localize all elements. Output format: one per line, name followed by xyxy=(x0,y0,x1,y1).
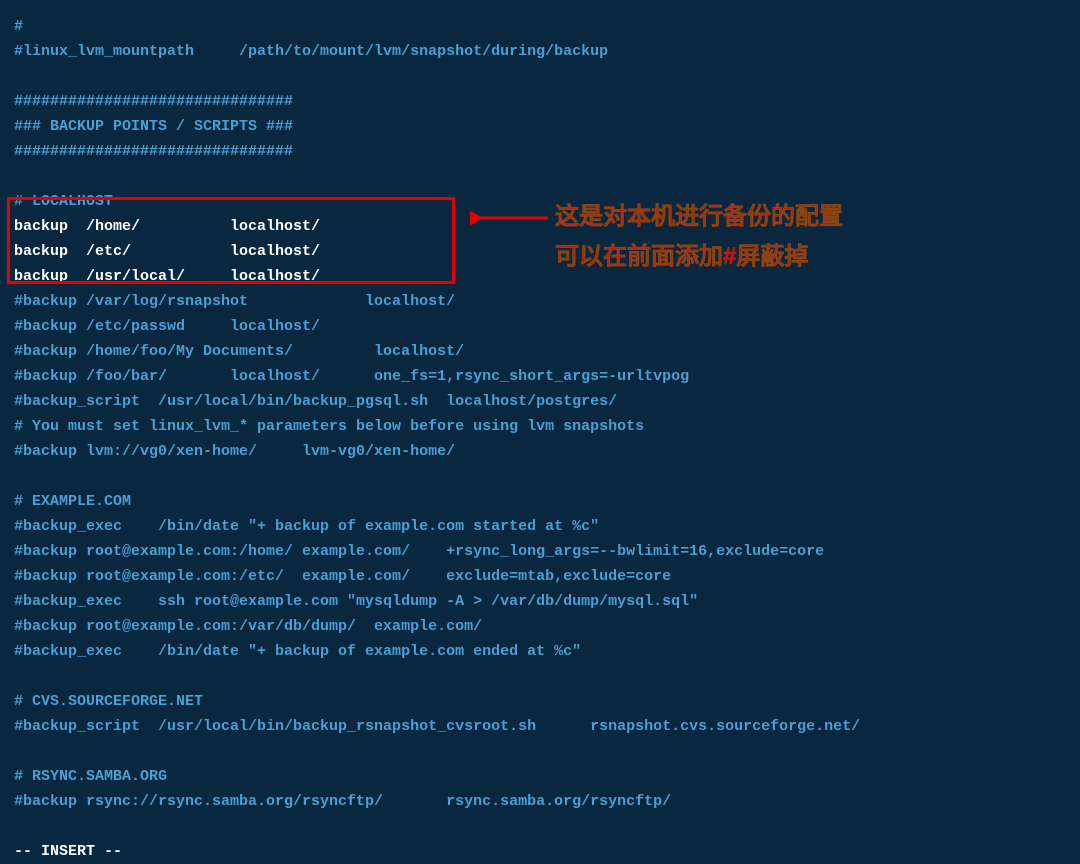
code-line xyxy=(14,164,1066,189)
code-line: #backup root@example.com:/home/ example.… xyxy=(14,539,1066,564)
code-line: #backup root@example.com:/etc/ example.c… xyxy=(14,564,1066,589)
annotation-line-1: 这是对本机进行备份的配置 xyxy=(555,197,843,237)
code-line: #backup_script /usr/local/bin/backup_rsn… xyxy=(14,714,1066,739)
code-line: backup /usr/local/ localhost/ xyxy=(14,264,1066,289)
code-line: #backup_exec /bin/date "+ backup of exam… xyxy=(14,514,1066,539)
code-line xyxy=(14,664,1066,689)
code-line: # You must set linux_lvm_* parameters be… xyxy=(14,414,1066,439)
code-line: #backup /home/foo/My Documents/ localhos… xyxy=(14,339,1066,364)
code-line: #backup /foo/bar/ localhost/ one_fs=1,rs… xyxy=(14,364,1066,389)
code-line xyxy=(14,64,1066,89)
code-line: # CVS.SOURCEFORGE.NET xyxy=(14,689,1066,714)
code-line: ############################### xyxy=(14,89,1066,114)
code-line xyxy=(14,814,1066,839)
code-line: #backup root@example.com:/var/db/dump/ e… xyxy=(14,614,1066,639)
annotation-callout: 这是对本机进行备份的配置 可以在前面添加#屏蔽掉 xyxy=(555,197,843,277)
code-line: #linux_lvm_mountpath /path/to/mount/lvm/… xyxy=(14,39,1066,64)
code-line: #backup_exec /bin/date "+ backup of exam… xyxy=(14,639,1066,664)
code-line: #backup_exec ssh root@example.com "mysql… xyxy=(14,589,1066,614)
code-line: # xyxy=(14,14,1066,39)
code-line: # EXAMPLE.COM xyxy=(14,489,1066,514)
code-line: ############################### xyxy=(14,139,1066,164)
code-line: #backup lvm://vg0/xen-home/ lvm-vg0/xen-… xyxy=(14,439,1066,464)
annotation-line-2: 可以在前面添加#屏蔽掉 xyxy=(555,237,843,277)
code-line: backup /etc/ localhost/ xyxy=(14,239,1066,264)
code-line: -- INSERT -- xyxy=(14,839,1066,864)
code-line: # LOCALHOST xyxy=(14,189,1066,214)
code-line: backup /home/ localhost/ xyxy=(14,214,1066,239)
code-line: #backup rsync://rsync.samba.org/rsyncftp… xyxy=(14,789,1066,814)
editor-content[interactable]: ##linux_lvm_mountpath /path/to/mount/lvm… xyxy=(14,14,1066,864)
code-line xyxy=(14,739,1066,764)
code-line xyxy=(14,464,1066,489)
code-line: #backup /var/log/rsnapshot localhost/ xyxy=(14,289,1066,314)
code-line: # RSYNC.SAMBA.ORG xyxy=(14,764,1066,789)
code-line: ### BACKUP POINTS / SCRIPTS ### xyxy=(14,114,1066,139)
code-line: #backup_script /usr/local/bin/backup_pgs… xyxy=(14,389,1066,414)
code-line: #backup /etc/passwd localhost/ xyxy=(14,314,1066,339)
